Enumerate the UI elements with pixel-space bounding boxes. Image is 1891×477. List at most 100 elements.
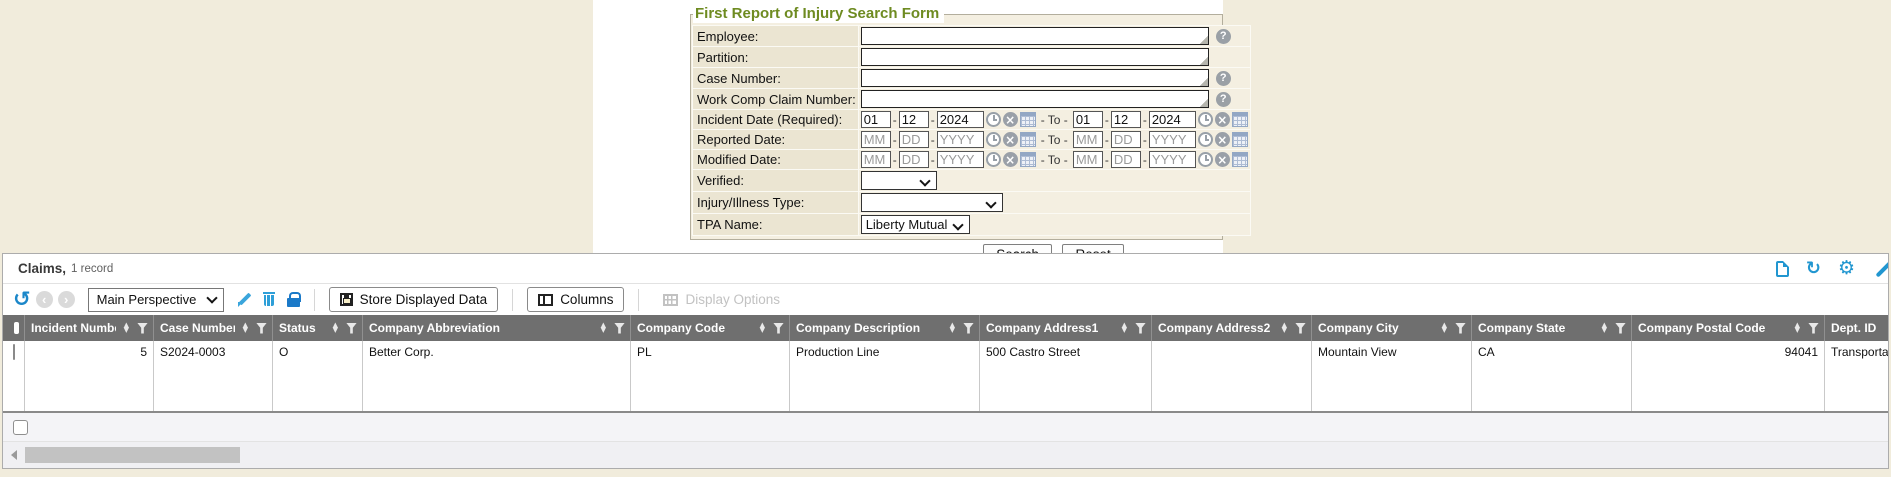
clear-date-icon[interactable]: × — [1215, 112, 1230, 127]
sort-icon[interactable]: ▲▼ — [601, 323, 606, 334]
columns-button[interactable]: Columns — [527, 287, 624, 312]
modified-from-day-input[interactable] — [899, 151, 929, 168]
calendar-icon[interactable] — [1020, 112, 1036, 127]
help-icon[interactable]: ? — [1216, 29, 1231, 44]
undo-icon[interactable]: ↺ — [13, 289, 31, 310]
column-header-company-address1[interactable]: Company Address1 ▲▼ — [980, 315, 1152, 341]
column-header-company-address2[interactable]: Company Address2 ▲▼ — [1152, 315, 1312, 341]
calendar-icon[interactable] — [1232, 132, 1248, 147]
calendar-icon[interactable] — [1232, 112, 1248, 127]
filter-icon[interactable] — [963, 323, 974, 334]
calendar-icon[interactable] — [1232, 152, 1248, 167]
clear-date-icon[interactable]: × — [1003, 132, 1018, 147]
modified-to-month-input[interactable] — [1073, 151, 1103, 168]
scrollbar-thumb[interactable] — [25, 447, 240, 463]
sort-icon[interactable]: ▲▼ — [1602, 323, 1607, 334]
sort-icon[interactable]: ▲▼ — [333, 323, 338, 334]
employee-input[interactable] — [861, 27, 1209, 45]
help-icon[interactable]: ? — [1216, 71, 1231, 86]
time-icon[interactable] — [986, 132, 1001, 147]
filter-icon[interactable] — [614, 323, 625, 334]
sort-icon[interactable]: ▲▼ — [950, 323, 955, 334]
filter-icon[interactable] — [773, 323, 784, 334]
column-header-company-postal-code[interactable]: Company Postal Code ▲▼ — [1632, 315, 1825, 341]
column-header-case-number[interactable]: Case Number ▲▼ — [154, 315, 273, 341]
partition-input[interactable] — [861, 48, 1209, 66]
column-header-company-state[interactable]: Company State ▲▼ — [1472, 315, 1632, 341]
time-icon[interactable] — [986, 112, 1001, 127]
sort-icon[interactable]: ▲▼ — [760, 323, 765, 334]
sort-icon[interactable]: ▲▼ — [243, 323, 248, 334]
incident-to-day-input[interactable] — [1111, 111, 1141, 128]
clear-date-icon[interactable]: × — [1215, 132, 1230, 147]
clear-date-icon[interactable]: × — [1003, 152, 1018, 167]
time-icon[interactable] — [1198, 112, 1213, 127]
edit-perspective-icon[interactable] — [237, 292, 252, 307]
column-header-company-description[interactable]: Company Description ▲▼ — [790, 315, 980, 341]
select-all-checkbox[interactable] — [14, 322, 19, 334]
calendar-icon[interactable] — [1020, 132, 1036, 147]
modified-from-year-input[interactable] — [937, 151, 984, 168]
sort-icon[interactable]: ▲▼ — [1795, 323, 1800, 334]
incident-from-day-input[interactable] — [899, 111, 929, 128]
clear-date-icon[interactable]: × — [1215, 152, 1230, 167]
filter-icon[interactable] — [1808, 323, 1819, 334]
case-number-input[interactable] — [861, 69, 1209, 87]
horizontal-scrollbar[interactable] — [3, 442, 1888, 468]
incident-to-month-input[interactable] — [1073, 111, 1103, 128]
gear-icon[interactable]: ⚙ — [1838, 259, 1855, 278]
lock-icon[interactable] — [287, 292, 300, 307]
delete-perspective-icon[interactable] — [263, 292, 275, 307]
scroll-left-arrow-icon[interactable] — [11, 450, 17, 460]
reported-from-day-input[interactable] — [899, 131, 929, 148]
filter-icon[interactable] — [346, 323, 357, 334]
reported-to-year-input[interactable] — [1149, 131, 1196, 148]
time-icon[interactable] — [986, 152, 1001, 167]
filter-icon[interactable] — [256, 323, 267, 334]
reported-from-year-input[interactable] — [937, 131, 984, 148]
perspective-select[interactable]: Main Perspective — [88, 288, 224, 312]
column-header-dept-id[interactable]: Dept. ID — [1825, 315, 1888, 341]
incident-to-year-input[interactable] — [1149, 111, 1196, 128]
filter-icon[interactable] — [1615, 323, 1626, 334]
sort-icon[interactable]: ▲▼ — [1122, 323, 1127, 334]
column-header-status[interactable]: Status ▲▼ — [273, 315, 363, 341]
verified-select[interactable] — [861, 171, 937, 190]
work-comp-input[interactable] — [861, 90, 1209, 108]
modified-to-day-input[interactable] — [1111, 151, 1141, 168]
filter-icon[interactable] — [137, 323, 148, 334]
refresh-icon[interactable]: ↻ — [1806, 260, 1821, 278]
reported-to-day-input[interactable] — [1111, 131, 1141, 148]
incident-from-year-input[interactable] — [937, 111, 984, 128]
sort-icon[interactable]: ▲▼ — [124, 323, 129, 334]
tpa-name-select[interactable]: Liberty Mutual — [861, 215, 971, 234]
table-row[interactable]: 5 S2024-0003 O Better Corp. PL Productio… — [3, 341, 1888, 413]
time-icon[interactable] — [1198, 132, 1213, 147]
filter-icon[interactable] — [1455, 323, 1466, 334]
filter-icon[interactable] — [1135, 323, 1146, 334]
column-header-company-code[interactable]: Company Code ▲▼ — [631, 315, 790, 341]
clear-date-icon[interactable]: × — [1003, 112, 1018, 127]
time-icon[interactable] — [1198, 152, 1213, 167]
sort-icon[interactable]: ▲▼ — [1442, 323, 1447, 334]
injury-type-select[interactable] — [861, 193, 1003, 212]
column-header-company-city[interactable]: Company City ▲▼ — [1312, 315, 1472, 341]
column-header-company-abbreviation[interactable]: Company Abbreviation ▲▼ — [363, 315, 631, 341]
edit-icon[interactable] — [1872, 261, 1888, 277]
sort-icon[interactable]: ▲▼ — [1282, 323, 1287, 334]
footer-checkbox[interactable] — [13, 420, 28, 435]
reported-to-month-input[interactable] — [1073, 131, 1103, 148]
help-icon[interactable]: ? — [1216, 92, 1231, 107]
next-icon[interactable]: › — [58, 291, 75, 308]
new-document-icon[interactable] — [1776, 261, 1789, 277]
store-displayed-data-button[interactable]: Store Displayed Data — [329, 287, 499, 312]
calendar-icon[interactable] — [1020, 152, 1036, 167]
reported-from-month-input[interactable] — [861, 131, 891, 148]
incident-from-month-input[interactable] — [861, 111, 891, 128]
column-header-incident-number[interactable]: Incident Number ▲▼ — [25, 315, 154, 341]
modified-to-year-input[interactable] — [1149, 151, 1196, 168]
row-checkbox[interactable] — [13, 344, 15, 360]
previous-icon[interactable]: ‹ — [36, 291, 53, 308]
filter-icon[interactable] — [1295, 323, 1306, 334]
modified-from-month-input[interactable] — [861, 151, 891, 168]
